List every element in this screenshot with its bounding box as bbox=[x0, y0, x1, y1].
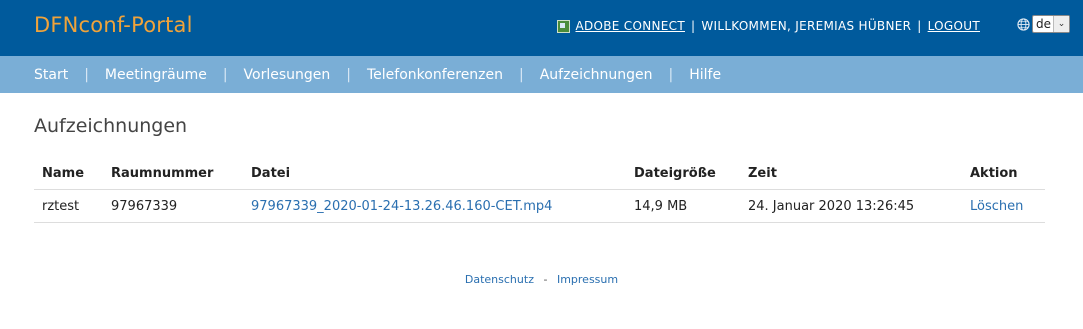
delete-link[interactable]: Löschen bbox=[970, 199, 1023, 214]
column-header-file-size: Dateigröße bbox=[626, 157, 740, 190]
adobe-connect-link[interactable]: ADOBE CONNECT bbox=[575, 19, 685, 33]
footer: Datenschutz - Impressum bbox=[0, 273, 1083, 286]
nav-item-aufzeichnungen[interactable]: Aufzeichnungen bbox=[540, 67, 653, 83]
file-download-link[interactable]: 97967339_2020-01-24-13.26.46.160-CET.mp4 bbox=[251, 199, 552, 214]
welcome-text: WILLKOMMEN, JEREMIAS HÜBNER bbox=[701, 19, 912, 33]
table-header-row: Name Raumnummer Datei Dateigröße Zeit Ak… bbox=[34, 157, 1045, 190]
imprint-link[interactable]: Impressum bbox=[557, 273, 618, 286]
nav-separator: | bbox=[84, 66, 89, 83]
language-value: de bbox=[1036, 17, 1051, 31]
nav-item-vorlesungen[interactable]: Vorlesungen bbox=[244, 67, 331, 83]
language-switcher: de ⌄ bbox=[1017, 15, 1070, 33]
nav-item-hilfe[interactable]: Hilfe bbox=[689, 67, 721, 83]
nav-item-meetingraeume[interactable]: Meetingräume bbox=[105, 67, 207, 83]
nav-item-telefonkonferenzen[interactable]: Telefonkonferenzen bbox=[367, 67, 503, 83]
adobe-connect-icon bbox=[557, 19, 571, 33]
user-bar-separator: | bbox=[690, 19, 696, 33]
cell-time: 24. Januar 2020 13:26:45 bbox=[740, 189, 962, 223]
nav-separator: | bbox=[346, 66, 351, 83]
user-bar: ADOBE CONNECT | WILLKOMMEN, JEREMIAS HÜB… bbox=[557, 19, 980, 33]
cell-file-size: 14,9 MB bbox=[626, 189, 740, 223]
language-select[interactable]: de ⌄ bbox=[1032, 15, 1070, 33]
footer-separator: - bbox=[543, 273, 548, 286]
logout-link[interactable]: LOGOUT bbox=[928, 19, 980, 33]
column-header-name: Name bbox=[34, 157, 103, 190]
column-header-file: Datei bbox=[243, 157, 626, 190]
column-header-action: Aktion bbox=[962, 157, 1045, 190]
nav-item-start[interactable]: Start bbox=[34, 67, 68, 83]
user-bar-separator: | bbox=[917, 19, 922, 33]
table-row: rztest 97967339 97967339_2020-01-24-13.2… bbox=[34, 189, 1045, 223]
cell-name: rztest bbox=[34, 189, 103, 223]
chevron-down-icon: ⌄ bbox=[1052, 16, 1069, 32]
cell-room-number: 97967339 bbox=[103, 189, 243, 223]
globe-icon bbox=[1017, 17, 1030, 31]
nav-separator: | bbox=[519, 66, 524, 83]
main-nav: Start | Meetingräume | Vorlesungen | Tel… bbox=[0, 56, 1083, 93]
cell-file: 97967339_2020-01-24-13.26.46.160-CET.mp4 bbox=[243, 189, 626, 223]
brand-title: DFNconf-Portal bbox=[34, 13, 193, 37]
cell-action: Löschen bbox=[962, 189, 1045, 223]
column-header-time: Zeit bbox=[740, 157, 962, 190]
nav-separator: | bbox=[222, 66, 228, 83]
top-header: DFNconf-Portal ADOBE CONNECT | WILLKOMME… bbox=[0, 0, 1083, 56]
nav-separator: | bbox=[668, 66, 674, 83]
privacy-link[interactable]: Datenschutz bbox=[465, 273, 534, 286]
recordings-table: Name Raumnummer Datei Dateigröße Zeit Ak… bbox=[34, 157, 1045, 223]
column-header-room-number: Raumnummer bbox=[103, 157, 243, 190]
page-title: Aufzeichnungen bbox=[34, 115, 188, 137]
